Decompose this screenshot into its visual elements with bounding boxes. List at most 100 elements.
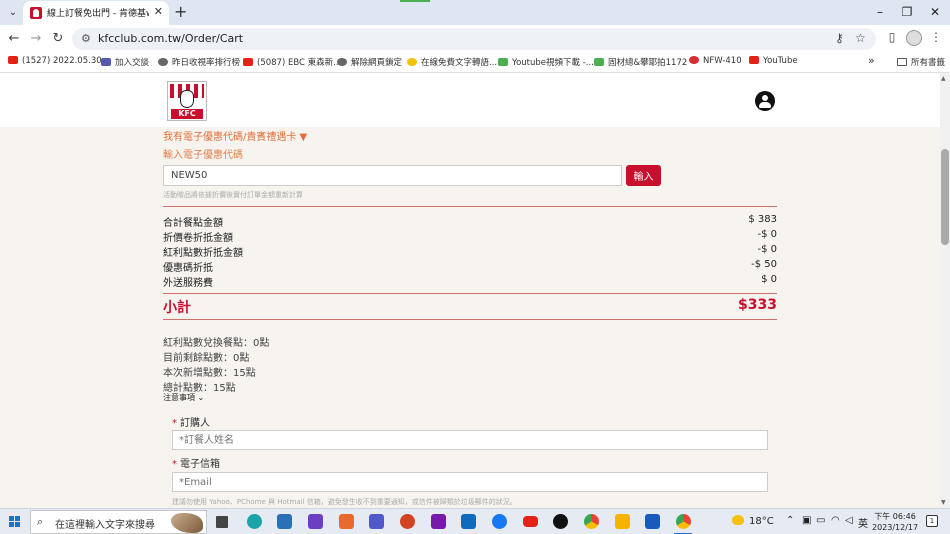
auction-icon (594, 58, 604, 66)
bookmark-item[interactable]: 在線免費文字轉語... (407, 56, 497, 68)
scroll-down-icon[interactable]: ▼ (941, 499, 946, 506)
tab-group-indicator (400, 0, 430, 2)
meet-icon[interactable]: ▣ (802, 515, 811, 526)
taskbar-search[interactable]: ⌕ 在這裡輸入文字來搜尋 (30, 510, 207, 534)
bookmark-item[interactable]: YouTube (749, 56, 798, 66)
tab-close-icon[interactable]: ✕ (154, 5, 163, 18)
promo-code-label: 輸入電子優惠代碼 (163, 150, 243, 161)
file-explorer-icon[interactable] (615, 514, 630, 529)
divider (163, 293, 777, 294)
subtotal-row: 小計 $333 (163, 297, 777, 317)
tiktok-icon[interactable] (553, 514, 568, 529)
required-mark: * (172, 418, 177, 429)
browser-tab-bar: ⌄ 線上訂餐免出門 - 肯德基www.k ✕ + – ❐ ✕ (0, 0, 950, 25)
divider (163, 206, 777, 207)
weather-widget[interactable]: 18°C (732, 515, 774, 527)
restore-icon[interactable]: ❐ (893, 2, 921, 22)
windows-start-icon[interactable] (9, 516, 21, 528)
required-mark: * (172, 459, 177, 470)
points-total: 總計點數：15點 (163, 383, 236, 394)
back-icon[interactable]: ← (5, 30, 23, 48)
points-redeemed: 紅利點數兌換餐點：0點 (163, 338, 270, 349)
youtube-icon[interactable] (523, 516, 538, 527)
reload-icon[interactable]: ↻ (49, 30, 67, 48)
outlook-icon[interactable] (461, 514, 476, 529)
snip-icon[interactable] (339, 514, 354, 529)
youtube-icon (8, 56, 18, 64)
promo-code-input[interactable] (163, 165, 622, 186)
windows-taskbar: ⌕ 在這裡輸入文字來搜尋 18°C ⌃ ▣ ▭ ◠ ◁ 英 下午 06:46 2… (0, 508, 950, 534)
teams-icon[interactable] (369, 514, 384, 529)
notification-icon[interactable]: 1 (926, 515, 938, 527)
search-placeholder: 在這裡輸入文字來搜尋 (55, 520, 155, 531)
ime-indicator[interactable]: 英 (858, 515, 868, 530)
side-panel-icon[interactable]: ▯ (883, 30, 901, 44)
menu-kebab-icon[interactable]: ⋮ (927, 30, 945, 44)
scroll-thumb[interactable] (941, 149, 949, 245)
volume-icon[interactable]: ◁ (845, 515, 853, 526)
bookmarks-overflow-icon[interactable]: » (868, 54, 875, 67)
password-key-icon[interactable]: ⚷ (835, 31, 844, 45)
bookmark-item[interactable]: NFW-410 (689, 56, 742, 66)
bookmark-star-icon[interactable]: ☆ (855, 31, 866, 45)
store-icon[interactable] (277, 514, 292, 529)
nfw-icon (689, 56, 699, 64)
folder-icon (897, 58, 907, 66)
chrome-icon[interactable] (584, 514, 599, 529)
kfc-favicon-icon (30, 7, 42, 19)
bookmark-item[interactable]: 解除網頁鎖定 (337, 56, 402, 68)
bookmark-item[interactable]: Youtube視頻下載 -... (498, 56, 594, 68)
colonel-face-icon (180, 90, 194, 108)
tray-overflow-icon[interactable]: ⌃ (786, 515, 794, 526)
address-url: kfcclub.com.tw/Order/Cart (98, 32, 244, 45)
bookmark-item[interactable]: (1527) 2022.05.30... (8, 56, 110, 66)
browser-tab-kfc[interactable]: 線上訂餐免出門 - 肯德基www.k ✕ (23, 1, 169, 25)
profile-avatar[interactable] (906, 30, 922, 46)
teams-chat-icon[interactable] (308, 514, 323, 529)
facebook-icon[interactable] (492, 514, 507, 529)
browser-toolbar: ← → ↻ ⚙ kfcclub.com.tw/Order/Cart ⚷ ☆ ▯ … (0, 25, 950, 53)
apply-promo-button[interactable]: 輸入 (626, 165, 661, 186)
word-icon[interactable] (645, 514, 660, 529)
bookmark-item[interactable]: (5087) EBC 東森新... (243, 56, 341, 68)
bookmarks-bar: (1527) 2022.05.30... 加入交談 昨日收視率排行榜 (5087… (0, 53, 950, 73)
powerpoint-icon[interactable] (400, 514, 415, 529)
bookmark-item[interactable]: 昨日收視率排行榜 (158, 56, 240, 68)
cart-content: 我有電子優惠代碼/貴賓禮遇卡 ▼ 輸入電子優惠代碼 輸入 活動贈品將依據折價後實… (0, 127, 940, 508)
tab-search-icon[interactable]: ⌄ (4, 4, 22, 22)
new-tab-button[interactable]: + (174, 2, 187, 22)
summary-row-meal-total: 合計餐點金額 $ 383 (163, 214, 777, 229)
promo-code-toggle[interactable]: 我有電子優惠代碼/貴賓禮遇卡 ▼ (163, 128, 307, 143)
wifi-icon[interactable]: ◠ (831, 515, 840, 526)
forward-icon[interactable]: → (27, 30, 45, 48)
system-clock[interactable]: 下午 06:46 2023/12/17 (872, 511, 918, 533)
chrome-active-icon[interactable] (676, 514, 691, 529)
kfc-logo[interactable]: KFC (167, 81, 207, 121)
battery-icon[interactable]: ▭ (816, 515, 825, 526)
scroll-up-icon[interactable]: ▲ (941, 75, 946, 82)
all-bookmarks-folder[interactable]: 所有書籤 (897, 56, 945, 68)
bookmark-item[interactable]: 固材總&攀耶拍1172 (594, 56, 687, 68)
page-scrollbar[interactable]: ▲ ▼ (940, 73, 950, 508)
minimize-icon[interactable]: – (866, 2, 894, 22)
bookmark-item[interactable]: 加入交談 (101, 56, 149, 68)
summary-row-coupon: 折價卷折抵金額 -$ 0 (163, 229, 777, 244)
monitor-icon (158, 58, 168, 66)
close-window-icon[interactable]: ✕ (921, 2, 949, 22)
account-icon[interactable] (755, 91, 775, 111)
search-highlight-image (171, 513, 203, 533)
speech-icon (407, 58, 417, 66)
email-note: 建議勿使用 Yahoo、PChome 與 Hotmail 信箱，避免發生收不到重… (172, 498, 517, 506)
email-input[interactable] (172, 472, 768, 492)
email-label: * 電子信箱 (172, 459, 220, 470)
address-bar[interactable]: ⚙ kfcclub.com.tw/Order/Cart ⚷ ☆ (72, 28, 876, 50)
notes-toggle[interactable]: 注意事項 ⌄ (163, 392, 204, 403)
task-view-icon[interactable] (216, 516, 228, 528)
site-info-icon[interactable]: ⚙ (81, 32, 91, 45)
edge-icon[interactable] (247, 514, 262, 529)
onenote-icon[interactable] (431, 514, 446, 529)
globe-icon (337, 58, 347, 66)
tab-title: 線上訂餐免出門 - 肯德基www.k (47, 9, 149, 19)
points-remaining: 目前剩餘點數：0點 (163, 353, 250, 364)
buyer-name-input[interactable] (172, 430, 768, 450)
